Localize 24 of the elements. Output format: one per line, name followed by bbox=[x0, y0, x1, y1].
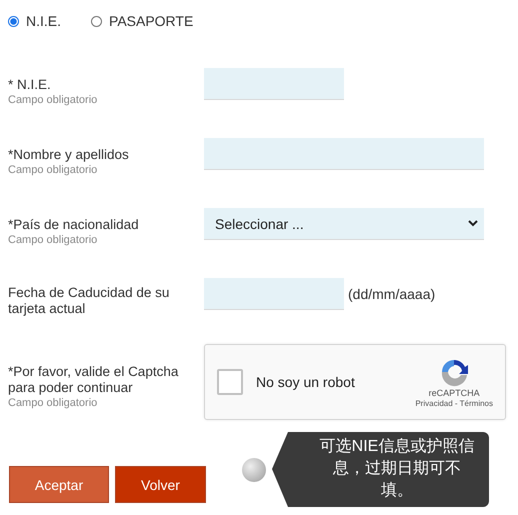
text-field[interactable] bbox=[204, 138, 484, 170]
form-button[interactable]: Volver bbox=[115, 466, 206, 503]
id-type-radio[interactable]: PASAPORTE bbox=[91, 13, 194, 29]
field-label: *País de nacionalidad bbox=[8, 217, 140, 233]
required-note: Campo obligatorio bbox=[8, 163, 98, 177]
field-label: *Nombre y apellidos bbox=[8, 147, 130, 163]
country-dropdown[interactable]: Seleccionar ... bbox=[204, 208, 484, 240]
id-type-radio[interactable]: N.I.E. bbox=[8, 13, 62, 29]
date-field[interactable] bbox=[204, 278, 344, 310]
recaptcha-brand: reCAPTCHA bbox=[428, 388, 480, 398]
required-note: Campo obligatorio bbox=[8, 233, 98, 247]
text-field[interactable] bbox=[204, 68, 344, 100]
field-label: *Por favor, valide el Captcha para poder continuar bbox=[8, 364, 180, 396]
required-note: Campo obligatorio bbox=[8, 396, 98, 410]
date-format-hint: (dd/mm/aaaa) bbox=[348, 286, 436, 302]
captcha-links[interactable]: Privacidad - Términos bbox=[415, 398, 493, 408]
form-button[interactable]: Aceptar bbox=[9, 466, 109, 503]
hint-marker-icon bbox=[242, 458, 266, 482]
field-label: Fecha de Caducidad de su tarjeta actual bbox=[8, 285, 170, 317]
required-note: Campo obligatorio bbox=[8, 93, 98, 107]
chevron-icon bbox=[468, 220, 478, 227]
captcha-checkbox[interactable] bbox=[217, 369, 243, 395]
field-label: * N.I.E. bbox=[8, 77, 52, 93]
captcha-label: No soy un robot bbox=[256, 374, 356, 390]
